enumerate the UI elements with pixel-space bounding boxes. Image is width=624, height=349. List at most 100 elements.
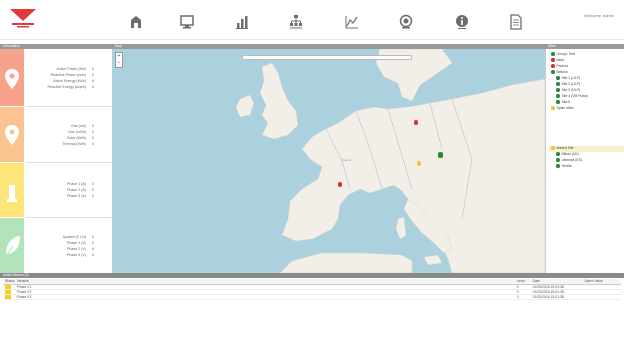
status-dot <box>551 146 555 150</box>
severity-indicator <box>5 294 11 299</box>
monitor-icon[interactable] <box>180 14 194 30</box>
status-dot <box>551 64 555 68</box>
zoom-out-button[interactable]: − <box>116 60 122 67</box>
info-row: Phase 3 (V) 0 <box>26 252 112 258</box>
map-country-label: France <box>342 158 352 162</box>
site-tree: Group1 Test Italia Padova Belluno Site 1… <box>545 49 624 273</box>
tree-item-label: Sevilla <box>561 164 572 168</box>
energy-rows: Active Power (kW) 0 Reactive Power (kvar)… <box>26 49 112 106</box>
current-rows: Phase 1 (A) 0 Phase 2 (A) 0 Phase 3 (A) 0 <box>26 163 112 217</box>
info-label: Thermal (kWh) <box>62 141 86 146</box>
tree-item[interactable]: Group1 Test <box>551 52 575 57</box>
tree-item[interactable]: Site 4 (VM Pulse) <box>556 94 588 99</box>
tree-item[interactable]: Spain Main <box>551 106 573 111</box>
tree-item[interactable]: Site 5 <box>556 100 570 105</box>
info-icon[interactable] <box>455 14 469 30</box>
info-value: 0 <box>92 141 94 146</box>
date-cell: 01/03/2016 15:01:38 <box>530 294 583 300</box>
variable-cell: Phase V3 <box>14 294 515 300</box>
tree-item-label: Site 2 (ULP) <box>561 82 580 86</box>
tree-item-label: Italia <box>556 58 564 62</box>
status-dot <box>551 106 555 110</box>
tree-item[interactable]: Site 1 (ULP) <box>556 76 580 81</box>
home-icon[interactable] <box>129 14 143 30</box>
tree-item-label: Site 1 (ULP) <box>561 76 580 80</box>
status-dot <box>551 70 555 74</box>
table-row[interactable]: Phase V3 3 01/03/2016 15:01:38 <box>3 294 621 300</box>
tree-item[interactable]: Bilbao (UK) <box>556 152 579 157</box>
current-strip <box>0 163 24 217</box>
tree-item[interactable]: Belluno <box>551 70 568 75</box>
tree-item-label: Valencia (ES) <box>561 158 582 162</box>
tree-item[interactable]: Madrid Site <box>551 146 574 151</box>
bar-chart-icon[interactable] <box>235 14 249 30</box>
tree-item[interactable]: Italia <box>551 58 564 63</box>
tree-item-label: Belluno <box>556 70 568 74</box>
site-marker[interactable] <box>417 161 421 166</box>
status-dot <box>556 158 560 162</box>
tree-item-label: Padova <box>556 64 569 68</box>
tree-item-label: Site 5 <box>561 100 571 104</box>
value-cell <box>582 294 621 300</box>
info-label: Phase 3 (A) <box>67 194 86 198</box>
tree-item[interactable]: Site 2 (ULP) <box>556 82 580 87</box>
info-row: Phase 3 (A) 0 <box>26 193 112 199</box>
tree-item-label: Bilbao (UK) <box>561 152 579 156</box>
severity-indicator <box>5 284 11 289</box>
status-dot <box>556 152 560 156</box>
alarm-panel-title: Active Alarms (3) <box>3 273 29 277</box>
tree-item[interactable]: Site 3 (ULP) <box>556 88 580 93</box>
info-panel: Active Power (kW) 0 Reactive Power (kvar)… <box>0 49 112 273</box>
gas-rows: Gas (m3) 0 Gas (m3/h) 0 Solar (kWh) 0 Therm… <box>26 107 112 162</box>
info-row: Thermal (kWh) 0 <box>26 141 112 147</box>
voltage-rows: System (V LN) 0 Phase 1 (V) 0 Phase 2 (V) 0… <box>26 218 112 273</box>
gas-strip <box>0 107 24 162</box>
hierarchy-icon[interactable] <box>289 14 303 30</box>
site-marker[interactable] <box>414 120 418 125</box>
alarm-table: Status Variable Level Date Alarm Value P… <box>3 279 621 300</box>
company-logo <box>10 9 36 28</box>
tree-item-label: Site 3 (ULP) <box>561 88 580 92</box>
status-dot <box>551 58 555 62</box>
tree-item-label: Group1 Test <box>556 52 575 56</box>
status-dot <box>556 82 560 86</box>
tree-item-label: Madrid Site <box>556 146 574 150</box>
info-value: 0 <box>92 84 94 89</box>
top-toolbar: Welcome: admin <box>0 0 624 40</box>
energy-strip <box>0 49 24 106</box>
tree-item-label: Site 4 (VM Pulse) <box>561 94 588 98</box>
info-label: Phase 3 (V) <box>67 252 86 257</box>
severity-indicator <box>5 289 11 294</box>
alarm-panel: Active Alarms (3) Status Variable Level … <box>0 273 624 349</box>
europe-map[interactable]: France + − <box>112 49 545 273</box>
info-label: Reactive Energy (kvarh) <box>47 84 86 89</box>
map-search-input[interactable] <box>242 55 412 60</box>
map-tiles[interactable]: France <box>112 49 545 273</box>
zoom-in-button[interactable]: + <box>116 53 122 60</box>
status-dot <box>556 76 560 80</box>
voltage-section: System (V LN) 0 Phase 1 (V) 0 Phase 2 (V) 0… <box>0 218 112 273</box>
info-row: Reactive Energy (kvarh) 0 <box>26 84 112 90</box>
status-dot <box>556 88 560 92</box>
tree-item[interactable]: Valencia (ES) <box>556 158 582 163</box>
user-greeting[interactable]: Welcome: admin <box>584 13 614 18</box>
level-cell: 3 <box>514 294 531 300</box>
trend-chart-icon[interactable] <box>345 14 359 30</box>
status-dot <box>551 52 555 56</box>
info-value: 0 <box>92 194 94 198</box>
tree-item-label: Spain Main <box>556 106 574 110</box>
voltage-strip <box>0 218 24 273</box>
location-pin-icon <box>5 69 19 89</box>
energy-section: Active Power (kW) 0 Reactive Power (kvar)… <box>0 49 112 106</box>
site-marker[interactable] <box>338 182 342 187</box>
level-icon <box>7 185 17 202</box>
tree-item[interactable]: Padova <box>551 64 568 69</box>
tree-item[interactable]: Sevilla <box>556 164 572 169</box>
site-marker[interactable] <box>438 152 443 158</box>
severity-cell <box>3 294 15 300</box>
status-dot <box>556 164 560 168</box>
support-icon[interactable] <box>399 14 413 30</box>
document-icon[interactable] <box>509 14 523 30</box>
status-dot <box>556 94 560 98</box>
alarm-panel-header: Active Alarms (3) <box>0 273 624 278</box>
